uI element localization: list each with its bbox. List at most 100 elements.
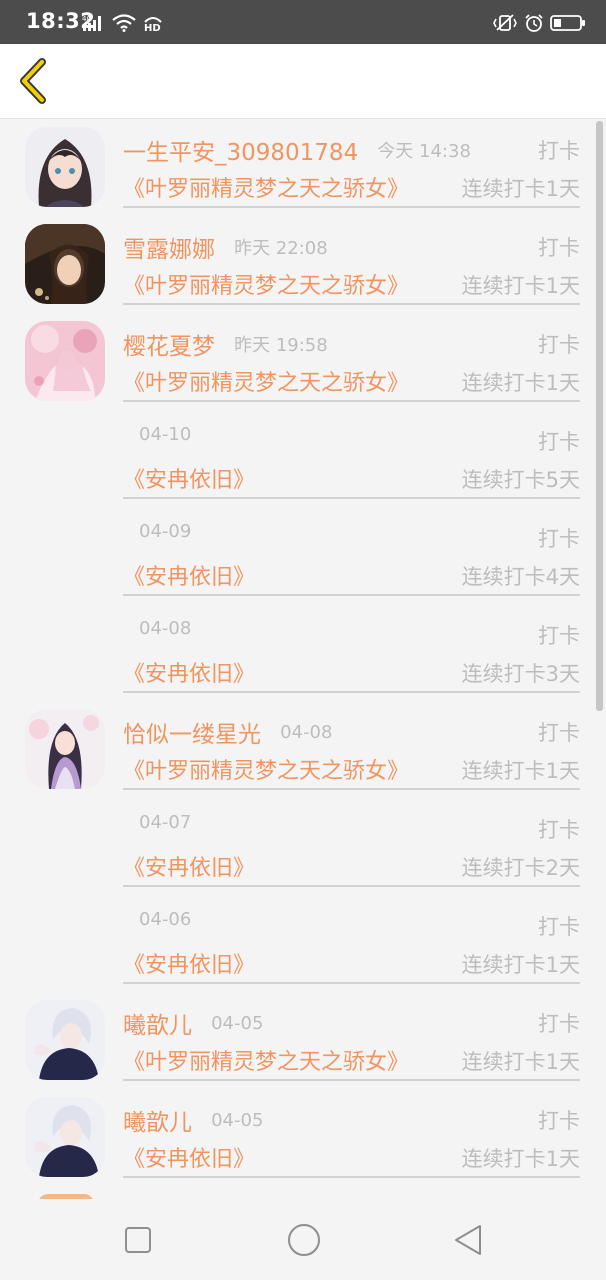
scrollbar[interactable] (596, 121, 603, 711)
timestamp: 04-09 (139, 521, 192, 542)
hd-label: HD (144, 23, 161, 32)
back-triangle-icon (455, 1225, 481, 1255)
list-item[interactable]: 04-07 打卡 《安冉依旧》 连续打卡2天 (0, 798, 606, 895)
checkin-label: 打卡 (538, 915, 580, 939)
streak-count: 连续打卡4天 (461, 565, 580, 589)
avatar[interactable] (25, 321, 105, 401)
streak-count: 连续打卡1天 (461, 371, 580, 395)
timestamp: 04-10 (139, 424, 192, 445)
list-item[interactable]: 雪露娜娜 昨天 22:08 打卡 《叶罗丽精灵梦之天之骄女》 连续打卡1天 (0, 216, 606, 313)
streak-count: 连续打卡1天 (461, 177, 580, 201)
username[interactable]: 曦歆儿 (123, 1110, 192, 1136)
record-header: 04-09 (123, 521, 191, 553)
checkin-label: 打卡 (538, 139, 580, 163)
streak-count: 连续打卡1天 (461, 953, 580, 977)
signal-icon: 4G (82, 15, 101, 31)
list-item[interactable]: 04-06 打卡 《安冉依旧》 连续打卡1天 (0, 895, 606, 992)
streak-count: 连续打卡1天 (461, 1050, 580, 1074)
divider (123, 206, 580, 208)
checkin-label: 打卡 (538, 333, 580, 357)
book-title[interactable]: 《叶罗丽精灵梦之天之骄女》 (123, 1044, 409, 1076)
book-title[interactable]: 《叶罗丽精灵梦之天之骄女》 (123, 171, 409, 203)
system-nav-bar (0, 1199, 606, 1280)
avatar[interactable] (25, 1000, 105, 1080)
avatar[interactable] (25, 224, 105, 304)
checkin-list[interactable]: 一生平安_309801784 今天 14:38 打卡 《叶罗丽精灵梦之天之骄女》… (0, 119, 606, 1199)
recents-button[interactable] (123, 1221, 153, 1263)
checkin-label: 打卡 (538, 1012, 580, 1036)
record-header: 04-06 (123, 909, 191, 941)
record-header: 一生平安_309801784 今天 14:38 (123, 133, 471, 166)
back-button[interactable] (12, 56, 60, 106)
book-title[interactable]: 《安冉依旧》 (123, 656, 255, 688)
checkin-label: 打卡 (538, 236, 580, 260)
username[interactable]: 樱花夏梦 (123, 334, 215, 360)
divider (123, 885, 580, 887)
timestamp: 昨天 19:58 (234, 335, 328, 356)
list-item[interactable]: 04-09 打卡 《安冉依旧》 连续打卡4天 (0, 507, 606, 604)
divider (123, 1079, 580, 1081)
status-right-icons (492, 14, 586, 33)
list-item[interactable]: 曦歆儿 04-05 打卡 《叶罗丽精灵梦之天之骄女》 连续打卡1天 (0, 992, 606, 1089)
avatar-pink-sakura (25, 321, 105, 401)
avatar-kimono-girl (25, 709, 105, 789)
username[interactable]: 曦歆儿 (123, 1013, 192, 1039)
divider (123, 303, 580, 305)
record-header: 雪露娜娜 昨天 22:08 (123, 230, 328, 263)
streak-count: 连续打卡1天 (461, 274, 580, 298)
record-header: 04-10 (123, 424, 191, 456)
checkin-label: 打卡 (538, 818, 580, 842)
divider (123, 1176, 580, 1178)
record-header: 曦歆儿 04-05 (123, 1103, 264, 1137)
avatar[interactable] (25, 1097, 105, 1177)
streak-count: 连续打卡1天 (461, 1147, 580, 1171)
list-item[interactable]: 曦歆儿 04-05 打卡 《安冉依旧》 连续打卡1天 (0, 1089, 606, 1186)
home-circle-icon (288, 1224, 320, 1256)
hd-voice-icon: HD (144, 17, 162, 32)
avatar-anime-girl-dark-hair (25, 127, 105, 207)
divider (123, 788, 580, 790)
avatar-white-hair-boy (25, 1000, 105, 1080)
streak-count: 连续打卡5天 (461, 468, 580, 492)
book-title[interactable]: 《安冉依旧》 (123, 947, 255, 979)
book-title[interactable]: 《叶罗丽精灵梦之天之骄女》 (123, 365, 409, 397)
avatar-girl-photo (25, 224, 105, 304)
avatar[interactable] (25, 127, 105, 207)
list-item[interactable]: 一生平安_309801784 今天 14:38 打卡 《叶罗丽精灵梦之天之骄女》… (0, 119, 606, 216)
wifi-icon (112, 14, 136, 32)
list-item[interactable]: 樱花夏梦 昨天 19:58 打卡 《叶罗丽精灵梦之天之骄女》 连续打卡1天 (0, 313, 606, 410)
timestamp: 04-08 (139, 618, 192, 639)
book-title[interactable]: 《安冉依旧》 (123, 559, 255, 591)
divider (123, 594, 580, 596)
streak-count: 连续打卡3天 (461, 662, 580, 686)
username[interactable]: 一生平安_309801784 (123, 140, 358, 166)
book-title[interactable]: 《安冉依旧》 (123, 850, 255, 882)
divider (123, 982, 580, 984)
home-button[interactable] (286, 1221, 322, 1263)
list-item[interactable]: 恰似一缕星光 04-08 打卡 《叶罗丽精灵梦之天之骄女》 连续打卡1天 (0, 701, 606, 798)
book-title[interactable]: 《叶罗丽精灵梦之天之骄女》 (123, 268, 409, 300)
book-title[interactable]: 《叶罗丽精灵梦之天之骄女》 (123, 753, 409, 785)
timestamp: 04-06 (139, 909, 192, 930)
timestamp: 04-05 (211, 1109, 264, 1131)
record-header: 曦歆儿 04-05 (123, 1006, 263, 1040)
timestamp: 04-07 (139, 812, 192, 833)
checkin-label: 打卡 (538, 527, 580, 551)
system-back-button[interactable] (452, 1221, 484, 1263)
timestamp: 04-08 (280, 721, 333, 743)
alarm-icon (525, 14, 543, 32)
username[interactable]: 恰似一缕星光 (123, 722, 261, 748)
book-title[interactable]: 《安冉依旧》 (123, 462, 255, 494)
book-title[interactable]: 《安冉依旧》 (123, 1141, 255, 1173)
record-header: 04-07 (123, 812, 191, 844)
timestamp: 昨天 22:08 (234, 238, 328, 259)
list-item[interactable]: 04-08 打卡 《安冉依旧》 连续打卡3天 (0, 604, 606, 701)
username[interactable]: 雪露娜娜 (123, 237, 215, 263)
divider (123, 691, 580, 693)
nav-bar (0, 44, 606, 119)
divider (123, 497, 580, 499)
recents-square-icon (125, 1227, 151, 1253)
avatar[interactable] (25, 709, 105, 789)
chevron-left-icon (20, 58, 46, 104)
list-item[interactable]: 04-10 打卡 《安冉依旧》 连续打卡5天 (0, 410, 606, 507)
